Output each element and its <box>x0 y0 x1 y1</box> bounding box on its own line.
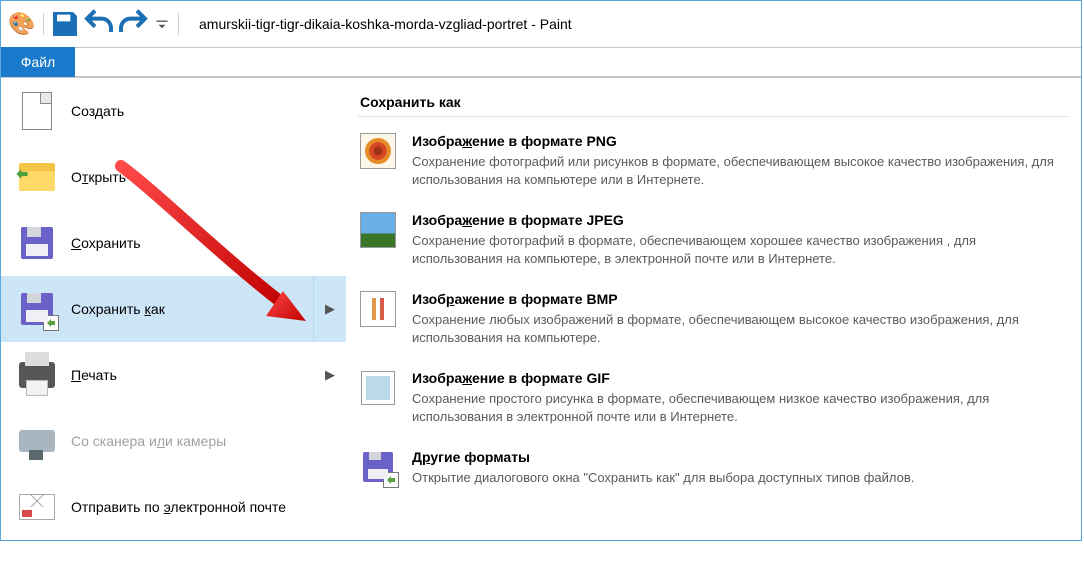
menu-item-open[interactable]: Открыть <box>1 144 346 210</box>
email-icon <box>17 487 57 527</box>
menu-item-email[interactable]: Отправить по электронной почте <box>1 474 346 540</box>
app-icon[interactable]: 🎨 <box>6 8 38 40</box>
print-icon <box>17 355 57 395</box>
qat-undo-icon[interactable] <box>83 8 115 40</box>
format-title: Изображение в формате PNG <box>412 133 1067 153</box>
qat-redo-icon[interactable] <box>117 8 149 40</box>
jpeg-icon <box>360 212 396 248</box>
titlebar: 🎨 amurskii-tigr-tigr-dikaia-koshka-morda… <box>1 1 1081 47</box>
save-as-png[interactable]: Изображение в формате PNG Сохранение фот… <box>358 121 1069 200</box>
save-icon <box>17 223 57 263</box>
gif-icon <box>360 370 396 406</box>
menu-item-save-as[interactable]: Сохранить как ▶ <box>1 276 346 342</box>
qat-save-icon[interactable] <box>49 8 81 40</box>
menu-item-label: Открыть <box>71 169 126 185</box>
format-desc: Сохранение любых изображений в формате, … <box>412 311 1067 346</box>
window-title: amurskii-tigr-tigr-dikaia-koshka-morda-v… <box>199 16 572 32</box>
menu-item-label: Со сканера или камеры <box>71 433 226 449</box>
menu-item-label: Отправить по электронной почте <box>71 499 286 515</box>
scanner-icon <box>17 421 57 461</box>
menu-item-label: Сохранить <box>71 235 141 251</box>
separator <box>178 13 179 35</box>
menu-item-label: Сохранить как <box>71 301 165 317</box>
other-format-icon <box>360 449 396 485</box>
menu-item-print[interactable]: Печать ▶ <box>1 342 346 408</box>
save-as-bmp[interactable]: Изображение в формате BMP Сохранение люб… <box>358 279 1069 358</box>
bmp-icon <box>360 291 396 327</box>
format-desc: Сохранение простого рисунка в формате, о… <box>412 390 1067 425</box>
png-icon <box>360 133 396 169</box>
file-menu-left: Создать Открыть Сохранить <box>1 78 346 540</box>
ribbon-strip <box>75 47 1081 77</box>
open-folder-icon <box>17 157 57 197</box>
format-title: Изображение в формате GIF <box>412 370 1067 390</box>
format-title: Изображение в формате BMP <box>412 291 1067 311</box>
separator <box>43 13 44 35</box>
submenu-heading: Сохранить как <box>358 88 1069 117</box>
file-tab[interactable]: Файл <box>1 47 75 77</box>
file-menu: Создать Открыть Сохранить <box>1 77 1081 540</box>
menu-item-label: Создать <box>71 103 124 119</box>
save-as-jpeg[interactable]: Изображение в формате JPEG Сохранение фо… <box>358 200 1069 279</box>
format-desc: Сохранение фотографий в формате, обеспеч… <box>412 232 1067 267</box>
submenu-arrow-icon: ▶ <box>313 276 346 342</box>
format-desc: Открытие диалогового окна "Сохранить как… <box>412 469 914 487</box>
save-as-gif[interactable]: Изображение в формате GIF Сохранение про… <box>358 358 1069 437</box>
save-as-other[interactable]: Другие форматы Открытие диалогового окна… <box>358 437 1069 499</box>
menu-item-label: Печать <box>71 367 117 383</box>
qat-customize-icon[interactable] <box>151 8 173 40</box>
format-title: Другие форматы <box>412 449 914 469</box>
menu-item-scanner: Со сканера или камеры <box>1 408 346 474</box>
menu-item-save[interactable]: Сохранить <box>1 210 346 276</box>
menu-item-create[interactable]: Создать <box>1 78 346 144</box>
format-title: Изображение в формате JPEG <box>412 212 1067 232</box>
format-desc: Сохранение фотографий или рисунков в фор… <box>412 153 1067 188</box>
paint-window: 🎨 amurskii-tigr-tigr-dikaia-koshka-morda… <box>0 0 1082 541</box>
save-as-submenu: Сохранить как Изображение в формате PNG … <box>346 78 1081 540</box>
save-as-icon <box>17 289 57 329</box>
new-file-icon <box>17 91 57 131</box>
submenu-arrow-icon: ▶ <box>314 342 346 408</box>
ribbon-tabs: Файл <box>1 47 1081 77</box>
